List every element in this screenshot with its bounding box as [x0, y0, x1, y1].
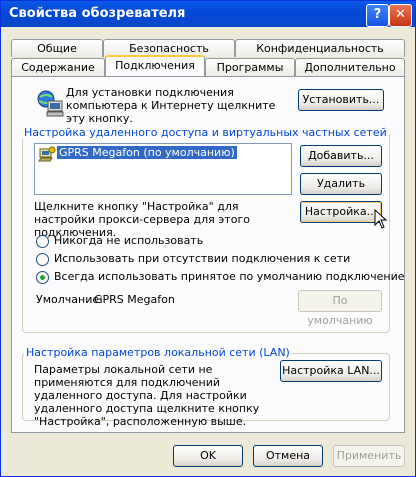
tab-label: Программы	[216, 61, 284, 74]
default-connection-value: GPRS Megafon	[94, 293, 175, 306]
help-button[interactable]: ?	[366, 4, 389, 27]
connections-panel: Для установки подключения компьютера к И…	[11, 76, 405, 433]
radio-selected-dot	[40, 275, 45, 280]
tab-label: Безопасность	[129, 42, 209, 55]
setup-description: Для установки подключения компьютера к И…	[66, 86, 276, 125]
connections-list[interactable]: GPRS Megafon (по умолчанию)	[34, 143, 292, 195]
dialup-group-title: Настройка удаленного доступа и виртуальн…	[22, 126, 389, 139]
lan-settings-button[interactable]: Настройка LAN...	[280, 360, 382, 382]
network-computer-icon	[34, 87, 66, 119]
connection-list-item[interactable]: GPRS Megafon (по умолчанию)	[56, 145, 238, 160]
setup-button[interactable]: Установить...	[298, 89, 384, 111]
radio-always[interactable]	[36, 271, 49, 284]
tab-label: Дополнительно	[304, 61, 396, 74]
tab-label: Содержание	[21, 61, 95, 74]
cancel-button[interactable]: Отмена	[253, 445, 323, 467]
ok-button[interactable]: OK	[173, 445, 243, 467]
tab-label: Подключения	[115, 59, 195, 72]
lan-description: Параметры локальной сети не применяются …	[34, 363, 260, 428]
lan-group-title: Настройка параметров локальной сети (LAN…	[24, 346, 292, 359]
set-default-button[interactable]: По умолчанию	[298, 290, 382, 327]
dialup-connection-icon	[38, 146, 56, 162]
tab-label: Общие	[37, 42, 77, 55]
title-bar[interactable]: Свойства обозревателя ? ✕	[1, 1, 415, 27]
radio-when-no-network[interactable]	[36, 253, 49, 266]
window-title: Свойства обозревателя	[9, 6, 186, 21]
radio-always-label[interactable]: Всегда использовать принятое по умолчани…	[54, 270, 405, 283]
radio-never-label[interactable]: Никогда не использовать	[54, 234, 203, 247]
default-label: Умолчание:	[36, 293, 103, 306]
proxy-settings-button[interactable]: Настройка...	[300, 201, 382, 223]
close-button[interactable]: ✕	[389, 4, 412, 27]
tab-programs[interactable]: Программы	[205, 58, 295, 76]
internet-options-window: Свойства обозревателя ? ✕ Общие Безопасн…	[0, 0, 416, 477]
tab-content[interactable]: Содержание	[11, 58, 105, 76]
radio-when-no-network-label[interactable]: Использовать при отсутствии подключения …	[54, 252, 350, 265]
tab-advanced[interactable]: Дополнительно	[295, 58, 405, 76]
remove-connection-button[interactable]: Удалить	[300, 173, 382, 195]
radio-never[interactable]	[36, 235, 49, 248]
add-connection-button[interactable]: Добавить...	[300, 145, 382, 167]
tab-connections[interactable]: Подключения	[105, 55, 205, 76]
mouse-cursor-icon	[374, 208, 388, 231]
apply-button[interactable]: Применить	[333, 445, 405, 467]
tab-general[interactable]: Общие	[11, 39, 103, 57]
tab-privacy[interactable]: Конфиденциальность	[235, 39, 405, 57]
tab-label: Конфиденциальность	[256, 42, 384, 55]
